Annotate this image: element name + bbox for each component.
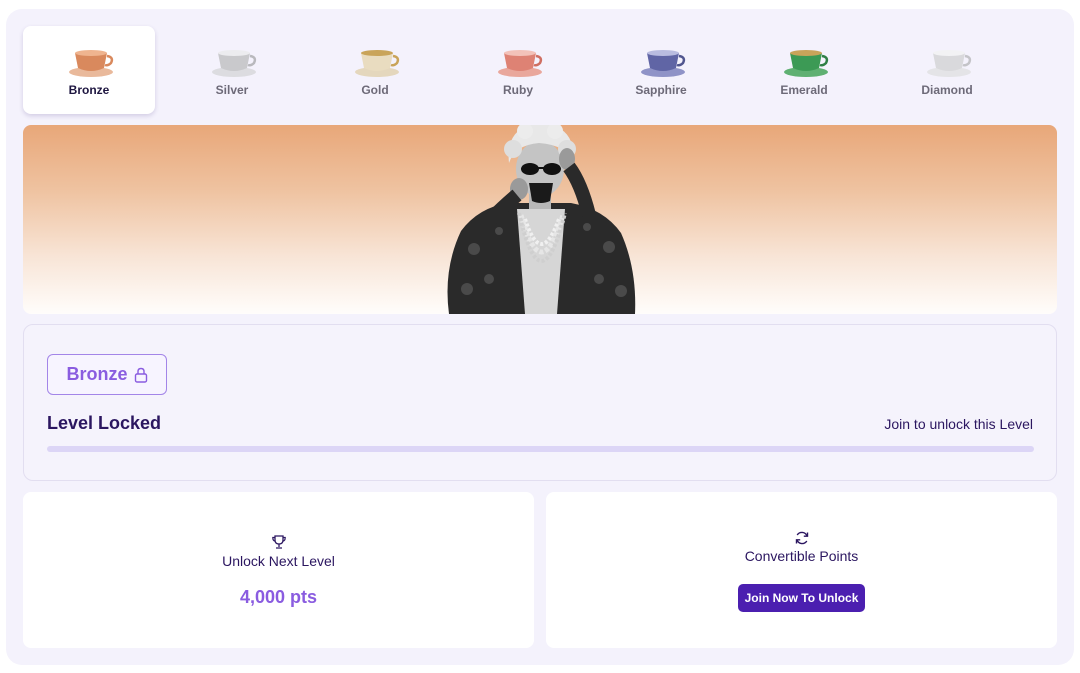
level-banner <box>23 125 1057 314</box>
tab-label: Silver <box>215 83 249 97</box>
level-progress-bar <box>47 446 1034 452</box>
tab-emerald[interactable]: Emerald <box>738 26 870 114</box>
tab-ruby[interactable]: Ruby <box>452 26 584 114</box>
level-status-panel: Bronze Level Locked Join to unlock this … <box>23 324 1057 481</box>
tab-diamond[interactable]: Diamond <box>881 26 1013 114</box>
loyalty-levels-panel: Bronze Silver Gold Ruby Sapphire Emerald… <box>6 9 1074 665</box>
tab-label: Diamond <box>921 83 973 97</box>
level-badge: Bronze <box>47 354 167 395</box>
next-level-points: 4,000 pts <box>239 587 318 607</box>
sapphire-teacup-icon <box>641 50 686 77</box>
tab-label: Gold <box>361 83 389 97</box>
next-level-title: Unlock Next Level <box>222 553 335 569</box>
level-status-title: Level Locked <box>47 413 162 433</box>
tab-gold[interactable]: Gold <box>309 26 441 114</box>
tab-bronze[interactable]: Bronze <box>23 26 155 114</box>
emerald-teacup-icon <box>784 50 829 77</box>
tab-label: Ruby <box>503 83 533 97</box>
join-now-button[interactable]: Join Now To Unlock <box>738 584 865 612</box>
convertible-points-card: Convertible Points Join Now To Unlock <box>546 492 1057 648</box>
tab-sapphire[interactable]: Sapphire <box>595 26 727 114</box>
tab-label: Emerald <box>780 83 828 97</box>
lock-icon <box>134 367 147 383</box>
grandma-sunglasses-teacup-figure <box>447 125 636 314</box>
gold-teacup-icon <box>355 50 400 77</box>
convertible-points-title: Convertible Points <box>744 548 859 564</box>
level-tabs: Bronze Silver Gold Ruby Sapphire Emerald… <box>23 26 1057 114</box>
refresh-icon <box>795 531 808 545</box>
diamond-teacup-icon <box>927 50 972 77</box>
ruby-teacup-icon <box>498 50 543 77</box>
tab-label: Bronze <box>68 83 110 97</box>
tab-silver[interactable]: Silver <box>166 26 298 114</box>
trophy-icon <box>271 535 286 549</box>
level-unlock-hint: Join to unlock this Level <box>884 416 1033 432</box>
bronze-teacup-icon <box>69 50 114 77</box>
next-level-card: Unlock Next Level 4,000 pts <box>23 492 534 648</box>
tab-label: Sapphire <box>635 83 687 97</box>
level-badge-label: Bronze <box>66 364 128 384</box>
silver-teacup-icon <box>212 50 257 77</box>
